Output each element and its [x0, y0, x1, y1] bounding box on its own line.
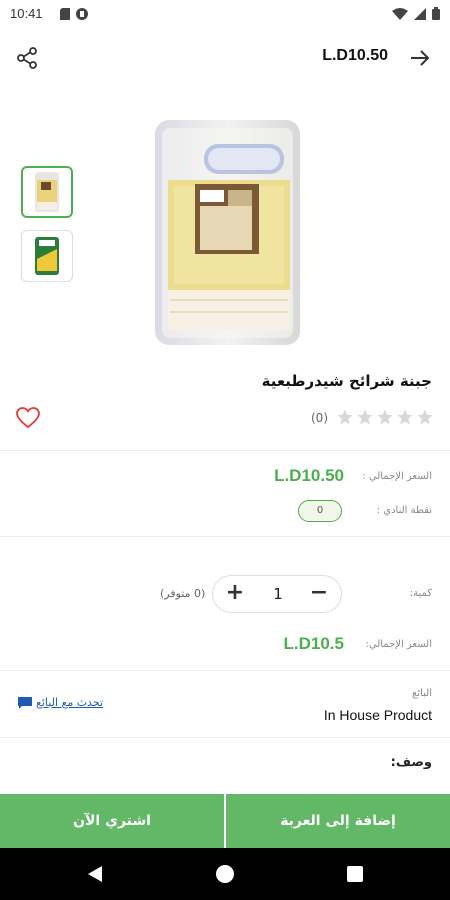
- divider: [0, 450, 450, 451]
- divider: [0, 737, 450, 738]
- product-thumbnail-2[interactable]: [21, 230, 73, 282]
- status-icons-right: [392, 7, 440, 20]
- club-points-badge: 0: [298, 500, 342, 522]
- nav-recents-icon[interactable]: [347, 866, 363, 882]
- buy-now-button[interactable]: اشتري الآن: [0, 794, 224, 848]
- chat-with-seller-link[interactable]: تحدث مع البائع: [18, 696, 103, 709]
- wifi-icon: [392, 7, 408, 20]
- description-label: وصف:: [390, 755, 432, 770]
- product-title: جبنة شرائح شيدرطبعية: [261, 372, 432, 390]
- rating-count: (0): [311, 411, 328, 425]
- rating-stars: [336, 408, 434, 426]
- heart-icon[interactable]: [16, 407, 40, 429]
- quantity-stepper: + 1 −: [212, 575, 342, 613]
- status-bar: 10:41: [0, 0, 450, 28]
- total-price-label: السعر الإجمالي :: [362, 471, 432, 482]
- header-price: L.D10.50: [322, 47, 388, 64]
- status-icons-left: [60, 8, 88, 20]
- order-total-price: L.D10.5: [283, 634, 344, 653]
- signal-icon: [414, 7, 426, 20]
- star-icon: [357, 409, 373, 425]
- quantity-label: كمية:: [409, 588, 432, 599]
- product-thumbnail-1[interactable]: [21, 166, 73, 218]
- product-image: [155, 120, 300, 345]
- nav-back-icon[interactable]: [86, 865, 104, 883]
- divider: [0, 670, 450, 671]
- sd-card-icon: [60, 8, 70, 20]
- total-price: L.D10.50: [274, 466, 344, 485]
- club-points-label: نقطة النادي :: [376, 505, 432, 516]
- chat-icon: [18, 696, 32, 709]
- nav-home-icon[interactable]: [216, 865, 234, 883]
- star-icon: [377, 409, 393, 425]
- quantity-value[interactable]: 1: [261, 585, 295, 603]
- cheese-box-thumbnail-icon: [35, 237, 59, 275]
- system-nav-bar: [0, 848, 450, 900]
- app-notification-icon: [76, 8, 88, 20]
- share-icon[interactable]: [14, 45, 40, 71]
- cheese-pack-thumbnail-icon: [35, 172, 59, 212]
- order-total-label: السعر الإجمالي:: [365, 639, 432, 650]
- star-icon: [337, 409, 353, 425]
- bottom-action-bar: اشتري الآن إضافة إلى العربة: [0, 794, 450, 848]
- arrow-right-icon[interactable]: [408, 46, 432, 70]
- divider: [0, 536, 450, 537]
- plus-icon[interactable]: +: [223, 582, 247, 606]
- stock-available: (0 متوفر): [160, 587, 206, 600]
- app-bar: L.D10.50: [0, 36, 450, 80]
- add-to-cart-button[interactable]: إضافة إلى العربة: [226, 794, 450, 848]
- star-icon: [397, 409, 413, 425]
- star-icon: [417, 409, 433, 425]
- battery-icon: [432, 7, 440, 20]
- chat-with-seller-label: تحدث مع البائع: [36, 696, 104, 709]
- minus-icon[interactable]: −: [307, 582, 331, 606]
- seller-name: In House Product: [323, 707, 432, 723]
- seller-label: البائع: [412, 688, 432, 699]
- status-time: 10:41: [10, 6, 43, 21]
